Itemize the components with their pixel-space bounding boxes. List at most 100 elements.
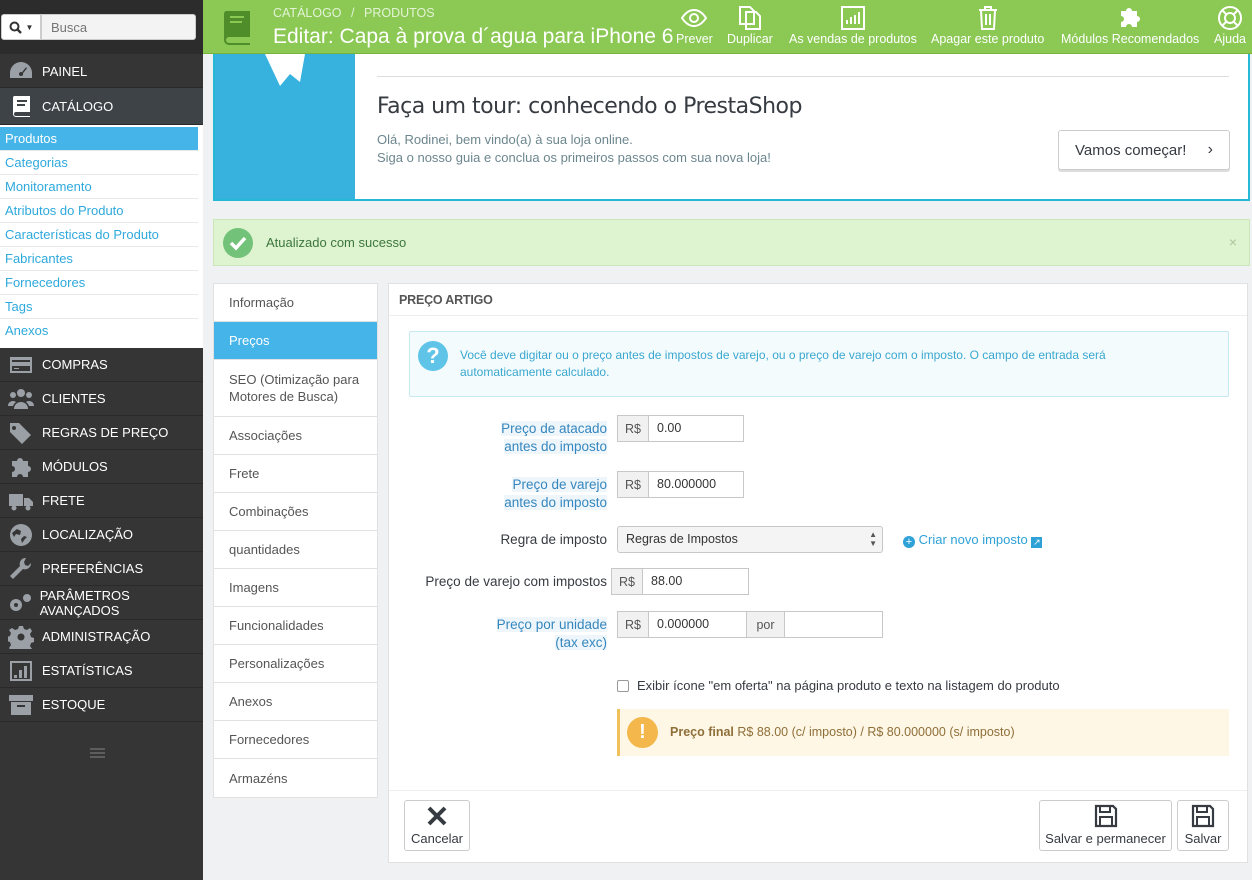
search-type-button[interactable]: ▼ — [1, 14, 41, 40]
copy-icon — [738, 6, 761, 30]
wrench-icon — [0, 557, 42, 581]
breadcrumb-produtos[interactable]: PRODUTOS — [364, 6, 435, 20]
start-tour-button[interactable]: Vamos começar! › — [1058, 130, 1230, 170]
sub-monitoramento[interactable]: Monitoramento — [0, 175, 198, 199]
tab-imagens[interactable]: Imagens — [214, 569, 377, 607]
plus-circle-icon: + — [903, 536, 915, 548]
unity-input[interactable] — [784, 611, 883, 638]
breadcrumb: CATÁLOGO / PRODUTOS — [273, 6, 441, 20]
retail-price-with-tax-input[interactable]: 88.00 — [642, 568, 749, 595]
search-input[interactable] — [41, 14, 196, 40]
sub-fornecedores[interactable]: Fornecedores — [0, 271, 198, 295]
save-and-stay-button[interactable]: Salvar e permanecer — [1039, 800, 1172, 851]
divider — [389, 315, 1247, 316]
final-price-text: Preço final R$ 88.00 (c/ imposto) / R$ 8… — [670, 725, 1015, 739]
unit-price-input[interactable]: 0.000000 — [648, 611, 747, 638]
tab-funcionalidades[interactable]: Funcionalidades — [214, 607, 377, 645]
tour-illustration — [215, 54, 355, 199]
nav-frete[interactable]: FRETE — [0, 484, 203, 518]
trash-icon — [978, 6, 997, 30]
help-button[interactable]: Ajuda — [1214, 4, 1246, 46]
tab-quantidades[interactable]: quantidades — [214, 531, 377, 569]
info-text: Você deve digitar ou o preço antes de im… — [460, 348, 1106, 379]
nav-label: PREFERÊNCIAS — [42, 561, 144, 576]
duplicate-button[interactable]: Duplicar — [727, 4, 773, 46]
nav-parametros-avancados[interactable]: PARÂMETROS AVANÇADOS — [0, 586, 203, 620]
nav-painel[interactable]: PAINEL — [0, 55, 203, 88]
nav-estatisticas[interactable]: ESTATÍSTICAS — [0, 654, 203, 688]
dashboard-icon — [0, 59, 42, 83]
puzzle-icon — [0, 455, 42, 479]
on-sale-checkbox[interactable] — [617, 680, 629, 692]
sub-anexos[interactable]: Anexos — [0, 319, 198, 343]
nav-localizacao[interactable]: LOCALIZAÇÃO — [0, 518, 203, 552]
final-price-alert: ! Preço final R$ 88.00 (c/ imposto) / R$… — [617, 709, 1229, 756]
nav-label: FRETE — [42, 493, 85, 508]
tab-fornecedores[interactable]: Fornecedores — [214, 721, 377, 759]
onboarding-tour-panel: Faça um tour: conhecendo o PrestaShop Ol… — [213, 54, 1250, 201]
info-alert: ? Você deve digitar ou o preço antes de … — [409, 331, 1229, 397]
sub-caracteristicas[interactable]: Características do Produto — [0, 223, 198, 247]
retail-price-input[interactable]: 80.000000 — [648, 471, 744, 498]
search-icon — [9, 21, 22, 34]
nav-clientes[interactable]: CLIENTES — [0, 382, 203, 416]
external-link-icon: ↗ — [1031, 537, 1043, 548]
tab-informacao[interactable]: Informação — [214, 284, 377, 322]
gear-icon — [0, 625, 42, 649]
sub-categorias[interactable]: Categorias — [0, 151, 198, 175]
tab-frete[interactable]: Frete — [214, 455, 377, 493]
tab-associacoes[interactable]: Associações — [214, 417, 377, 455]
panel-heading: PREÇO ARTIGO — [399, 293, 493, 307]
bar-chart-icon — [0, 659, 42, 683]
tab-armazens[interactable]: Armazéns — [214, 759, 377, 797]
collapse-menu-icon[interactable] — [90, 748, 105, 758]
tour-title: Faça um tour: conhecendo o PrestaShop — [377, 94, 802, 119]
sub-atributos[interactable]: Atributos do Produto — [0, 199, 198, 223]
tab-precos[interactable]: Preços — [214, 322, 377, 360]
nav-label: ESTATÍSTICAS — [42, 663, 133, 678]
chevron-right-icon: › — [1207, 141, 1213, 158]
close-icon[interactable]: × — [1229, 234, 1237, 250]
currency-addon: R$ — [617, 471, 649, 498]
retail-price-label: Preço de varejo antes do imposto — [504, 477, 607, 510]
product-sales-button[interactable]: As vendas de produtos — [789, 4, 917, 46]
nav-preferencias[interactable]: PREFERÊNCIAS — [0, 552, 203, 586]
create-tax-link[interactable]: + Criar novo imposto ↗ — [903, 532, 1043, 548]
delete-product-button[interactable]: Apagar este produto — [931, 4, 1044, 46]
catalog-submenu: Produtos Categorias Monitoramento Atribu… — [0, 125, 203, 348]
nav-modulos[interactable]: MÓDULOS — [0, 450, 203, 484]
exclamation-circle-icon: ! — [627, 717, 658, 748]
sub-produtos[interactable]: Produtos — [0, 127, 198, 151]
sub-tags[interactable]: Tags — [0, 295, 198, 319]
recommended-modules-button[interactable]: Módulos Recomendados — [1061, 4, 1199, 46]
lifebuoy-icon — [1217, 6, 1242, 30]
cancel-button[interactable]: Cancelar — [404, 800, 470, 851]
sidebar: ▼ PAINEL CATÁLOGO Produtos Categorias Mo… — [0, 0, 203, 880]
tab-anexos[interactable]: Anexos — [214, 683, 377, 721]
tab-personalizacoes[interactable]: Personalizações — [214, 645, 377, 683]
preview-button[interactable]: Prever — [676, 4, 713, 46]
close-icon — [427, 806, 447, 826]
nav-compras[interactable]: COMPRAS — [0, 348, 203, 382]
nav-administracao[interactable]: ADMINISTRAÇÃO — [0, 620, 203, 654]
breadcrumb-catalogo[interactable]: CATÁLOGO — [273, 6, 342, 20]
tab-combinacoes[interactable]: Combinações — [214, 493, 377, 531]
users-icon — [0, 387, 42, 411]
eye-icon — [681, 8, 708, 28]
on-sale-label[interactable]: Exibir ícone "em oferta" na página produ… — [637, 678, 1060, 693]
tab-seo[interactable]: SEO (Otimização para Motores de Busca) — [214, 360, 377, 417]
archive-icon — [0, 693, 42, 717]
save-button[interactable]: Salvar — [1177, 800, 1229, 851]
price-panel: PREÇO ARTIGO ? Você deve digitar ou o pr… — [388, 283, 1248, 863]
nav-regras-preco[interactable]: REGRAS DE PREÇO — [0, 416, 203, 450]
search-box: ▼ — [0, 0, 203, 54]
tax-rule-select[interactable]: Regras de Impostos ▲ ▼ — [617, 526, 883, 553]
nav-catalogo[interactable]: CATÁLOGO — [0, 88, 203, 125]
wholesale-price-input[interactable]: 0.00 — [648, 415, 744, 442]
nav-label: MÓDULOS — [42, 459, 108, 474]
sub-fabricantes[interactable]: Fabricantes — [0, 247, 198, 271]
nav-estoque[interactable]: ESTOQUE — [0, 688, 203, 722]
page-header: CATÁLOGO / PRODUTOS Editar: Capa à prova… — [203, 0, 1252, 54]
unit-price-label: Preço por unidade (tax exc) — [496, 617, 607, 650]
caret-down-icon: ▼ — [25, 22, 34, 32]
